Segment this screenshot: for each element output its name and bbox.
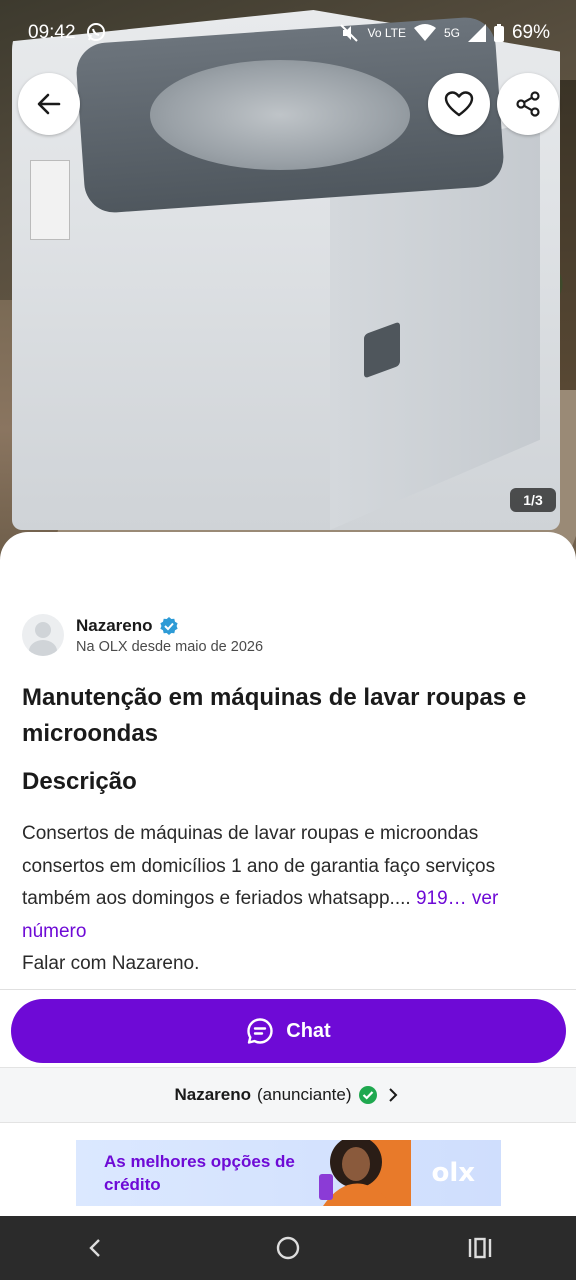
olx-logo: olx [431, 1158, 475, 1188]
mute-icon [340, 24, 359, 42]
chevron-right-icon [388, 1088, 397, 1102]
description-text: Consertos de máquinas de lavar roupas e … [22, 818, 562, 981]
photo-counter: 1/3 [510, 488, 556, 512]
nav-home-icon [276, 1236, 300, 1260]
washing-machine-drum [150, 60, 410, 170]
nav-back-button[interactable] [66, 1218, 126, 1278]
nav-home-button[interactable] [258, 1218, 318, 1278]
back-button[interactable] [18, 73, 80, 135]
wifi-icon [413, 24, 436, 41]
chat-bubble-icon [247, 1018, 273, 1044]
nav-recents-button[interactable] [450, 1218, 510, 1278]
heart-icon [444, 91, 474, 117]
verified-check-icon [358, 1086, 377, 1104]
favorite-button[interactable] [428, 73, 490, 135]
ad-title: Manutenção em máquinas de lavar roupas e… [22, 684, 527, 747]
seller-info[interactable]: Nazareno Na OLX desde maio de 2026 [22, 614, 263, 656]
chat-bar: Chat [0, 989, 576, 1067]
nav-recents-icon [468, 1237, 492, 1259]
status-icons: Vo LTE 5G 69% [339, 22, 550, 44]
whatsapp-icon [87, 23, 105, 41]
status-time: 09:42 [28, 22, 76, 43]
system-nav-bar [0, 1216, 576, 1280]
advertiser-link[interactable]: Nazareno (anunciante) [0, 1067, 576, 1123]
share-icon [516, 91, 540, 117]
status-bar: 09:42 Vo LTE 5G 69% [0, 0, 576, 64]
product-photo[interactable]: 1/3 [0, 0, 576, 560]
advertiser-name: Nazareno [174, 1085, 251, 1104]
share-button[interactable] [497, 73, 559, 135]
credit-ad-banner[interactable]: As melhores opções de crédito olx [76, 1140, 501, 1206]
arrow-left-icon [37, 93, 61, 115]
signal-icon [467, 24, 486, 42]
contact-line: Falar com Nazareno. [22, 953, 200, 974]
ad-details-card: Nazareno Na OLX desde maio de 2026 Manut… [0, 532, 576, 992]
seller-member-since: Na OLX desde maio de 2026 [76, 638, 264, 655]
nav-back-icon [89, 1239, 100, 1257]
seller-name: Nazareno [76, 615, 153, 635]
seller-text: Nazareno Na OLX desde maio de 2026 [76, 616, 263, 655]
seller-name-row: Nazareno [76, 616, 263, 636]
volte-label: Vo LTE [367, 26, 406, 40]
chat-button-label: Chat [286, 1019, 331, 1042]
banner-person-illustration [319, 1140, 411, 1206]
avatar [22, 614, 64, 656]
advertiser-role: (anunciante) [257, 1085, 352, 1104]
battery-icon [493, 24, 504, 42]
chat-button[interactable]: Chat [11, 999, 566, 1063]
battery-percent: 69% [511, 22, 550, 43]
description-heading: Descrição [22, 768, 137, 795]
banner-text: As melhores opções de crédito [104, 1152, 295, 1194]
washing-machine-label [30, 160, 70, 240]
verified-badge-icon [159, 616, 178, 635]
network-label: 5G [443, 26, 460, 40]
